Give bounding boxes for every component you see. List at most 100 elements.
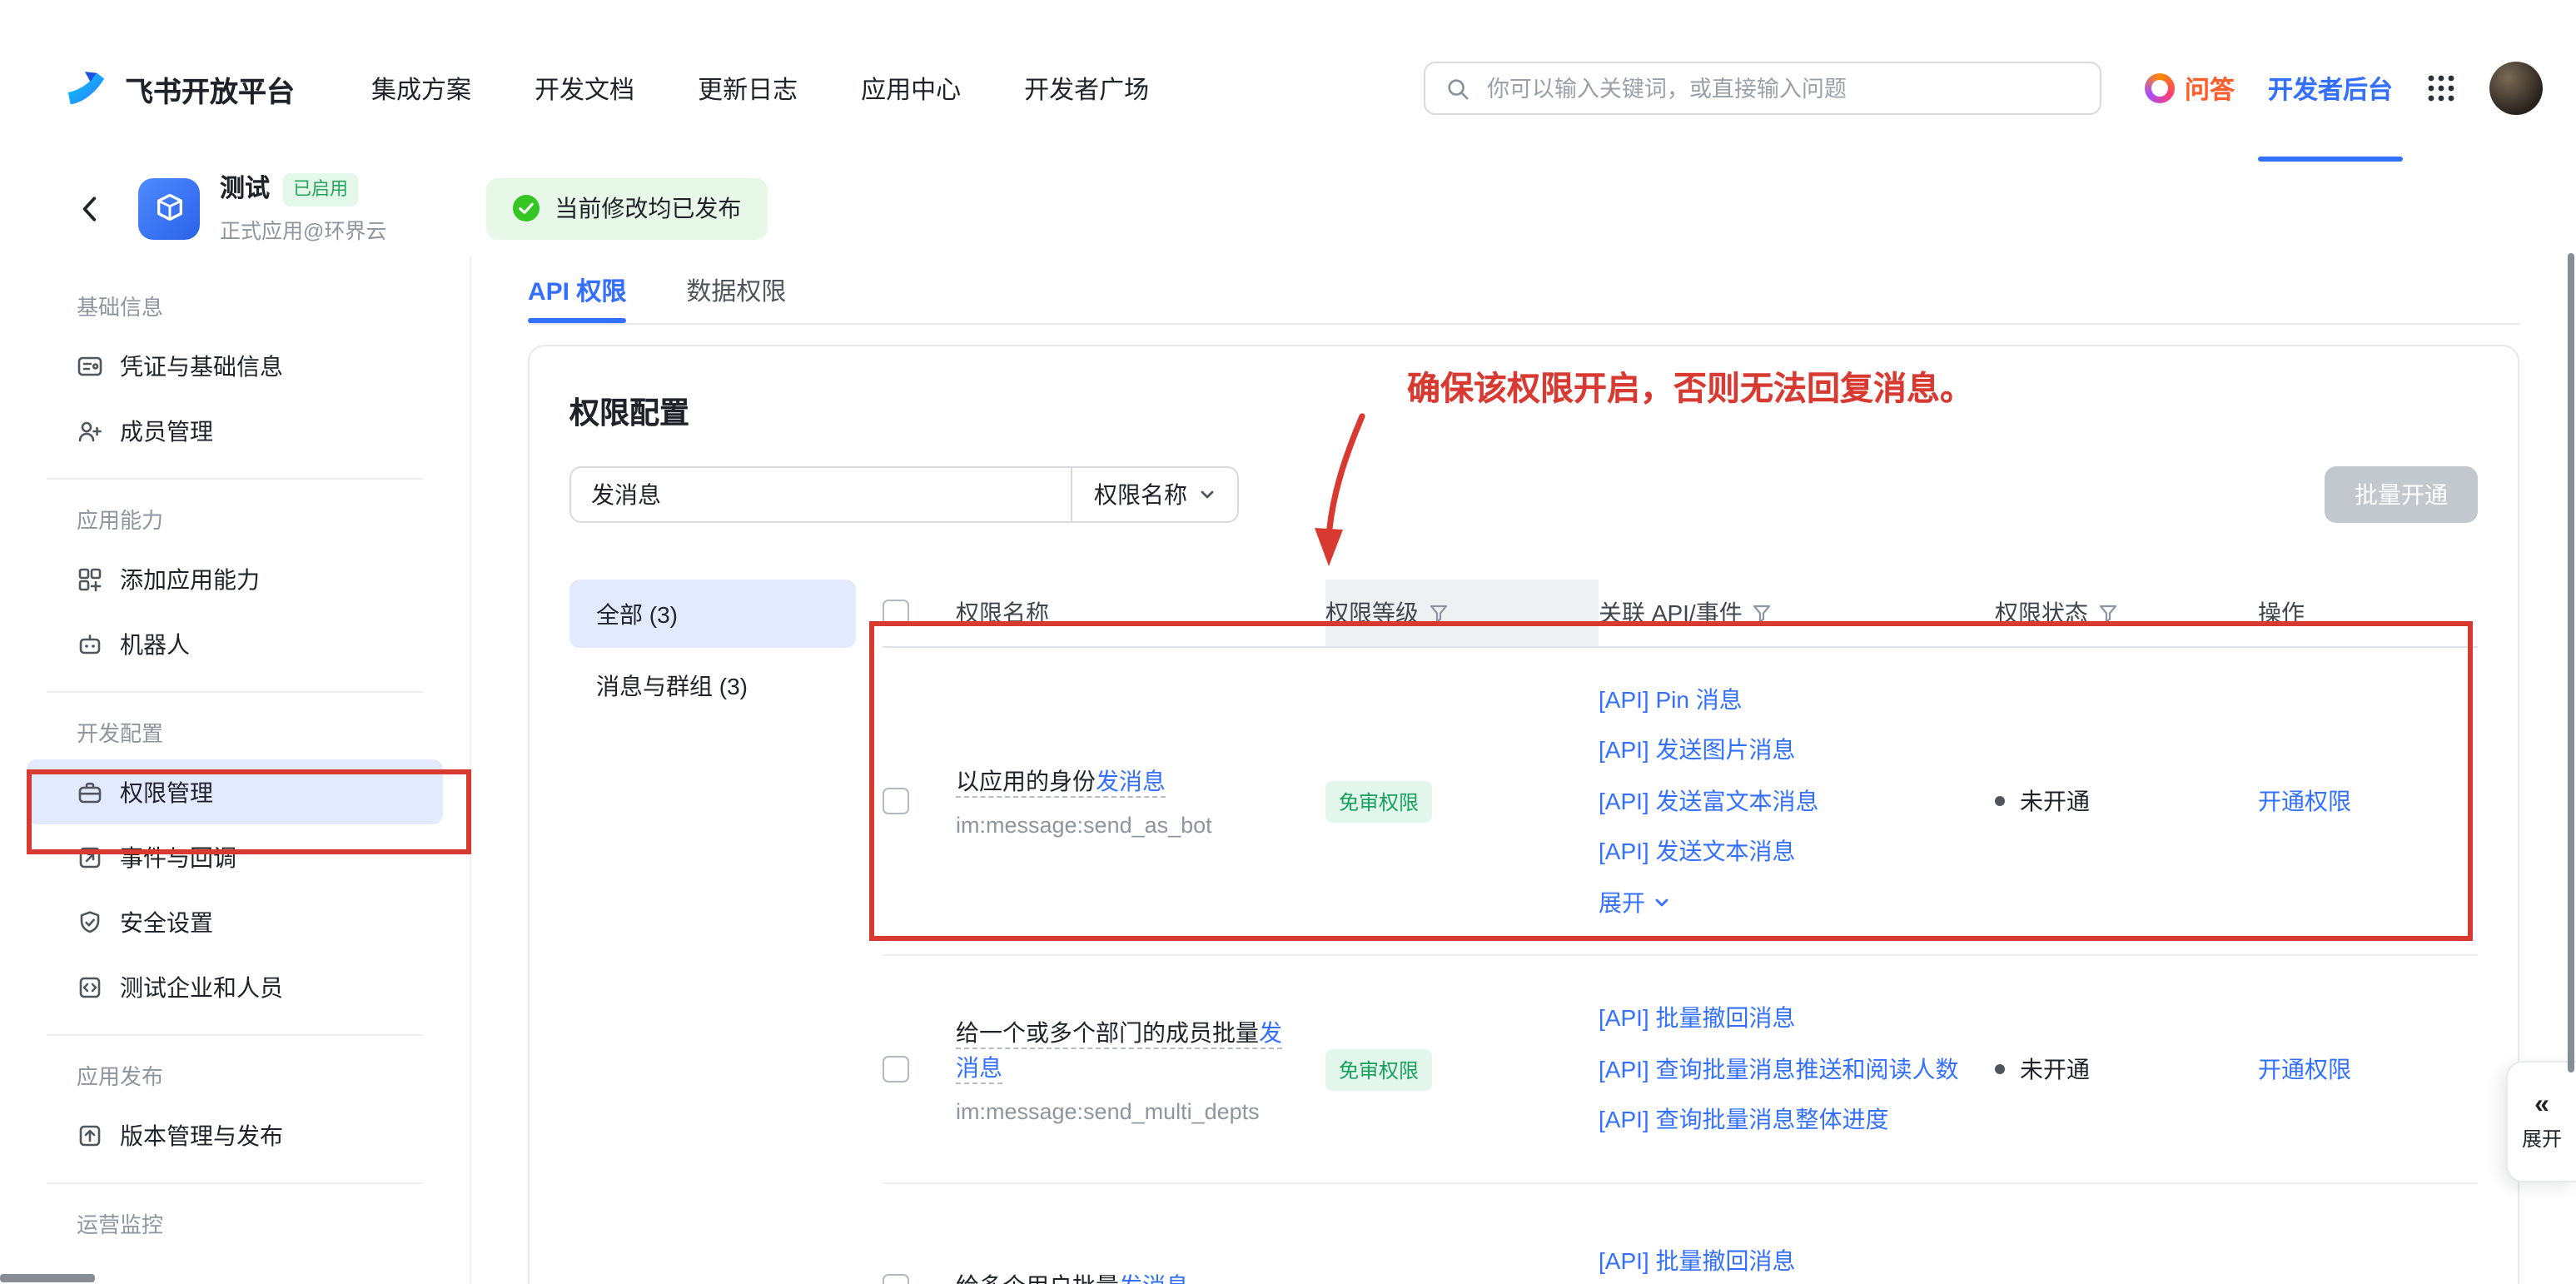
expand-panel-label: 展开 [2522,1123,2562,1152]
avatar[interactable] [2489,62,2543,115]
app-icon [138,177,200,239]
api-link[interactable]: [API] 查询批量消息整体进度 [1599,1095,1978,1146]
nav-item-integration[interactable]: 集成方案 [371,71,471,106]
app-subtitle: 正式应用@环界云 [220,212,386,244]
search-type-select[interactable]: 权限名称 [1072,478,1237,511]
credential-icon [77,352,103,379]
status-text: 未开通 [2020,1053,2090,1086]
permission-level-cell: 免审权限 [1325,1048,1599,1090]
header-status-label: 权限状态 [1995,596,2088,630]
brand-name: 飞书开放平台 [125,67,295,109]
action-cell: 开通权限 [2258,784,2478,818]
header-action: 操作 [2258,580,2478,646]
permission-config-card: 权限配置 权限名称 批量开通 全部 (3) 消 [528,345,2519,1284]
status-badge: 已启用 [283,172,358,206]
api-link[interactable]: [API] 查询批量消息推送和阅读人数 [1599,1044,1978,1095]
row-checkbox[interactable] [883,1273,909,1284]
permission-search-group: 权限名称 [569,466,1239,523]
api-link[interactable]: [API] 发送图片消息 [1599,725,1978,776]
name-text: 给一个或多个部门的成员批量 [956,1018,1259,1045]
status-dot [1995,796,2005,806]
chevron-down-icon [1199,486,1216,503]
expand-apis-link[interactable]: 展开 [1599,878,1978,928]
tab-api-permission[interactable]: API 权限 [528,256,626,323]
name-highlight: 发消息 [1096,768,1166,794]
sidebar-item-test-org[interactable]: 测试企业和人员 [27,954,443,1019]
filter-item-all[interactable]: 全部 (3) [569,580,856,648]
status-cell: 未开通 [1995,784,2258,818]
name-text: 以应用的身份 [956,768,1096,794]
name-highlight: 发消息 [1119,1272,1189,1284]
app-meta: 测试 已启用 正式应用@环界云 [220,172,386,244]
sidebar-item-label: 版本管理与发布 [120,1118,283,1152]
nav-item-docs[interactable]: 开发文档 [535,71,634,106]
vertical-scrollbar[interactable] [2568,253,2574,1072]
global-search-input[interactable] [1484,74,2080,102]
sidebar-item-bot[interactable]: 机器人 [27,611,443,676]
sidebar-item-members[interactable]: 成员管理 [27,398,443,463]
table-row: 给一个或多个部门的成员批量发消息 im:message:send_multi_d… [883,956,2478,1184]
api-link[interactable]: [API] 批量撤回消息 [1599,993,1978,1044]
permission-name: 给一个或多个部门的成员批量发消息 [956,1018,1282,1083]
row-checkbox[interactable] [883,1056,909,1082]
level-badge: 免审权限 [1325,1048,1432,1090]
open-permission-link[interactable]: 开通权限 [2258,788,2351,814]
sidebar-item-label: 安全设置 [120,905,213,938]
sidebar-item-security[interactable]: 安全设置 [27,889,443,954]
sidebar-item-label: 机器人 [120,627,190,660]
select-all-checkbox[interactable] [883,600,909,626]
brand[interactable]: 飞书开放平台 [63,66,295,111]
sidebar-item-label: 权限管理 [120,775,213,809]
nav-item-dev-console[interactable]: 开发者后台 [2268,71,2393,106]
batch-open-button[interactable]: 批量开通 [2325,466,2478,523]
action-cell: 开通权限 [2258,1053,2478,1086]
divider [47,1034,423,1036]
filter-funnel-icon[interactable] [2098,603,2118,623]
api-link[interactable]: [API] 发送富文本消息 [1599,776,1978,827]
table-header-row: 权限名称 权限等级 关联 API/事件 权限状态 [883,580,2478,648]
global-search[interactable] [1424,62,2101,115]
sidebar-item-version-release[interactable]: 版本管理与发布 [27,1102,443,1167]
related-apis-cell: [API] Pin 消息 [API] 发送图片消息 [API] 发送富文本消息 … [1599,674,1995,928]
qa-link[interactable]: 问答 [2145,71,2235,106]
filter-funnel-icon[interactable] [1429,603,1449,623]
status-dot [1995,1064,2005,1074]
members-icon [77,417,103,444]
sidebar-item-events[interactable]: 事件与回调 [27,824,443,889]
nav-item-app-center[interactable]: 应用中心 [861,71,961,106]
api-link[interactable]: [API] Pin 消息 [1599,674,1978,725]
table-row: 以应用的身份发消息 im:message:send_as_bot 免审权限 [A… [883,648,2478,956]
horizontal-scrollbar[interactable] [0,1274,95,1282]
permission-table: 权限名称 权限等级 关联 API/事件 权限状态 [883,580,2478,1284]
expand-panel-button[interactable]: « 展开 [2506,1061,2576,1182]
filter-funnel-icon[interactable] [1753,603,1773,623]
category-filter-list: 全部 (3) 消息与群组 (3) [569,580,856,1284]
sidebar-item-permissions[interactable]: 权限管理 [27,759,443,824]
row-checkbox[interactable] [883,788,909,814]
apps-grid-icon[interactable] [2426,73,2456,103]
table-row: 给多个用户批量发消息 [API] 批量撤回消息 [API] 查询批量消息推送和阅… [883,1184,2478,1284]
api-link[interactable]: [API] 批量撤回消息 [1599,1236,1978,1284]
sidebar-item-credentials[interactable]: 凭证与基础信息 [27,333,443,398]
sidebar-section-release: 应用发布 [27,1049,443,1102]
publish-banner-text: 当前修改均已发布 [554,192,741,225]
tab-data-permission[interactable]: 数据权限 [686,256,786,323]
nav-item-dev-plaza[interactable]: 开发者广场 [1024,71,1149,106]
back-button[interactable] [75,192,107,224]
open-permission-link[interactable]: 开通权限 [2258,1056,2351,1082]
event-icon [77,844,103,870]
sidebar-item-add-capability[interactable]: 添加应用能力 [27,546,443,611]
qa-icon [2145,73,2175,103]
add-capability-icon [77,565,103,592]
check-circle-icon [513,195,540,221]
feishu-logo-icon [63,66,108,111]
related-apis-cell: [API] 批量撤回消息 [API] 查询批量消息推送和阅读 [1599,1236,1995,1284]
filter-item-message-group[interactable]: 消息与群组 (3) [569,651,856,719]
status-text: 未开通 [2020,784,2090,818]
sidebar-section-capability: 应用能力 [27,493,443,546]
sidebar-item-label: 事件与回调 [120,840,236,873]
api-link[interactable]: [API] 发送文本消息 [1599,827,1978,878]
nav-item-changelog[interactable]: 更新日志 [698,71,798,106]
permission-search-input[interactable] [571,481,1071,508]
header-level-label: 权限等级 [1325,596,1419,630]
